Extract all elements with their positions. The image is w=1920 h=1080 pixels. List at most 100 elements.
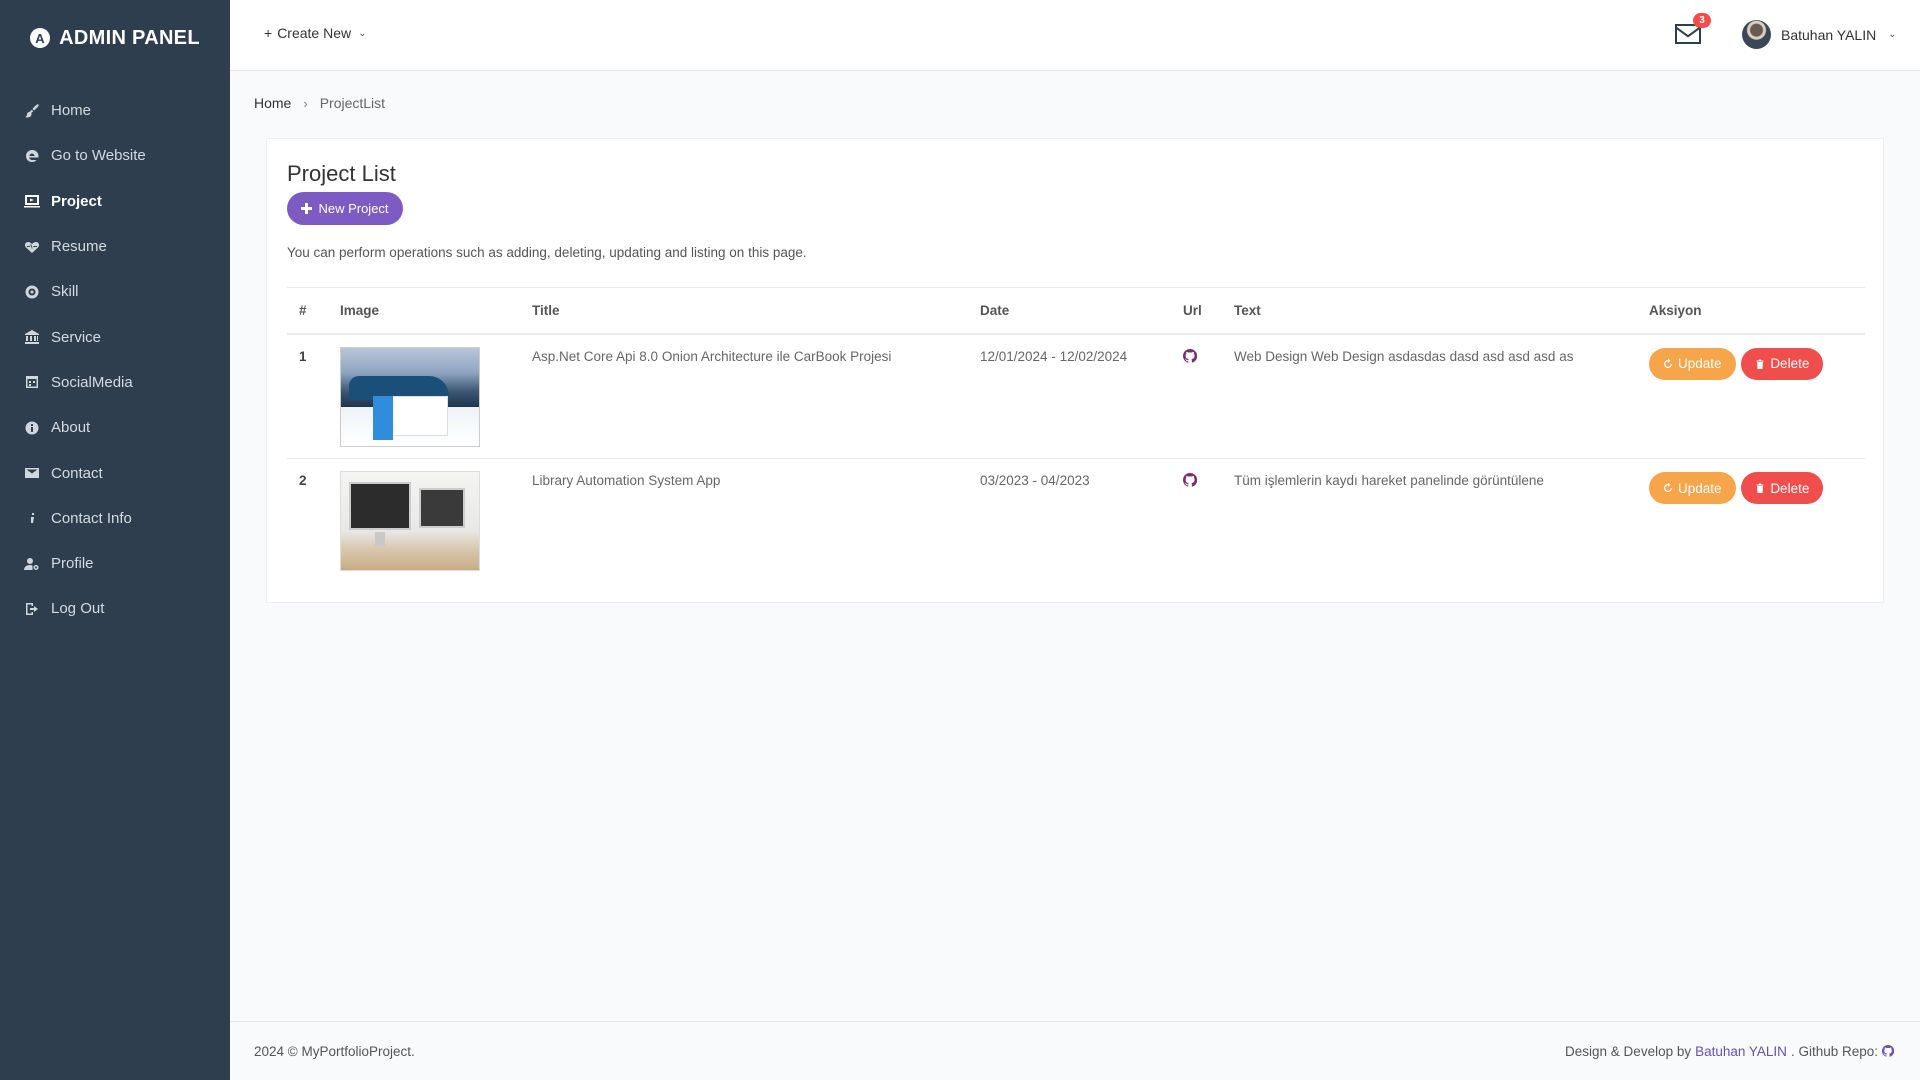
row-image-cell bbox=[328, 459, 520, 584]
bank-icon bbox=[24, 329, 40, 345]
sidebar-item-log-out[interactable]: Log Out bbox=[0, 586, 230, 631]
plus-icon: + bbox=[264, 25, 273, 41]
chevron-down-icon: ⌄ bbox=[1888, 29, 1897, 40]
update-button[interactable]: Update bbox=[1649, 347, 1736, 380]
table-header-row: # Image Title Date Url Text Aksiyon bbox=[287, 287, 1865, 335]
sidebar-item-label: Service bbox=[51, 328, 102, 346]
user-name: Batuhan YALIN bbox=[1781, 26, 1877, 43]
sidebar-item-skill[interactable]: Skill bbox=[0, 269, 230, 314]
column-header-url: Url bbox=[1171, 287, 1222, 335]
row-date: 12/01/2024 - 12/02/2024 bbox=[968, 333, 1171, 459]
breadcrumb-current: ProjectList bbox=[319, 95, 386, 111]
plus-icon bbox=[301, 203, 313, 214]
page-description: You can perform operations such as addin… bbox=[287, 245, 807, 260]
project-table: # Image Title Date Url Text Aksiyon 1 As… bbox=[287, 287, 1865, 584]
thumbnail-panel bbox=[373, 395, 393, 440]
thumbnail-monitor bbox=[419, 488, 465, 528]
refresh-icon bbox=[1664, 358, 1672, 368]
create-new-label: Create New bbox=[277, 25, 352, 41]
chevron-right-icon: › bbox=[303, 95, 308, 111]
footer-repo-label: . Github Repo: bbox=[1790, 1044, 1878, 1059]
trash-icon bbox=[1756, 359, 1764, 369]
avatar bbox=[1742, 20, 1771, 49]
sidebar-item-socialmedia[interactable]: SocialMedia bbox=[0, 360, 230, 405]
github-icon[interactable] bbox=[1182, 348, 1198, 363]
breadcrumb: Home › ProjectList bbox=[254, 95, 385, 111]
github-icon[interactable] bbox=[1881, 1044, 1896, 1059]
sidebar-item-label: Log Out bbox=[51, 600, 105, 618]
table-row: 2 Library Automation System App 03/2023 … bbox=[287, 459, 1865, 584]
sidebar-item-label: Profile bbox=[51, 555, 94, 573]
update-label: Update bbox=[1678, 356, 1722, 371]
update-button[interactable]: Update bbox=[1649, 472, 1736, 504]
sidebar-item-label: About bbox=[51, 419, 91, 437]
project-thumbnail bbox=[340, 471, 480, 571]
create-new-dropdown[interactable]: + Create New ⌄ bbox=[264, 25, 367, 41]
project-list-card: Project List New Project You can perform… bbox=[266, 138, 1884, 603]
brand-logo-icon: A bbox=[30, 28, 51, 48]
mail-button[interactable]: 3 bbox=[1675, 13, 1711, 44]
breadcrumb-home[interactable]: Home bbox=[254, 95, 291, 111]
delete-button[interactable]: Delete bbox=[1741, 347, 1824, 380]
refresh-icon bbox=[1664, 483, 1672, 492]
footer: 2024 © MyPortfolioProject. Design & Deve… bbox=[230, 1021, 1920, 1080]
sidebar-item-project[interactable]: Project bbox=[0, 179, 230, 224]
column-header-date: Date bbox=[968, 287, 1171, 335]
sidebar-item-label: Go to Website bbox=[51, 147, 146, 165]
envelope-icon bbox=[24, 465, 40, 481]
user-cog-icon bbox=[24, 556, 40, 572]
user-menu[interactable]: Batuhan YALIN ⌄ bbox=[1742, 20, 1897, 49]
github-icon[interactable] bbox=[1182, 472, 1198, 487]
topbar: + Create New ⌄ 3 Batuhan YALIN ⌄ bbox=[230, 0, 1920, 71]
logout-icon bbox=[24, 601, 40, 617]
row-number: 2 bbox=[299, 473, 307, 488]
row-actions: Update Delete bbox=[1637, 333, 1865, 459]
sidebar-item-about[interactable]: About bbox=[0, 405, 230, 450]
row-title: Asp.Net Core Api 8.0 Onion Architecture … bbox=[520, 333, 968, 459]
table-row: 1 Asp.Net Core Api 8.0 Onion Architectur… bbox=[287, 333, 1865, 459]
brand-title: ADMIN PANEL bbox=[59, 26, 200, 49]
sidebar-item-label: Home bbox=[51, 102, 92, 120]
new-project-button[interactable]: New Project bbox=[287, 192, 403, 225]
brush-icon bbox=[24, 103, 40, 119]
sidebar: A ADMIN PANEL Home Go to Website Project… bbox=[0, 0, 230, 1080]
project-thumbnail bbox=[340, 346, 480, 447]
sidebar-item-profile[interactable]: Profile bbox=[0, 541, 230, 586]
brand[interactable]: A ADMIN PANEL bbox=[0, 0, 230, 76]
sidebar-item-contact-info[interactable]: Contact Info bbox=[0, 496, 230, 541]
row-date: 03/2023 - 04/2023 bbox=[980, 473, 1090, 488]
sidebar-item-label: Contact bbox=[51, 464, 103, 482]
row-text: Web Design Web Design asdasdas dasd asd … bbox=[1222, 333, 1637, 459]
sidebar-item-service[interactable]: Service bbox=[0, 314, 230, 359]
footer-design-label: Design & Develop by bbox=[1565, 1044, 1692, 1059]
delete-button[interactable]: Delete bbox=[1741, 472, 1824, 504]
column-header-title: Title bbox=[520, 287, 968, 335]
target-icon bbox=[24, 284, 40, 300]
row-actions: Update Delete bbox=[1637, 459, 1865, 584]
edge-icon bbox=[24, 148, 40, 164]
column-header-text: Text bbox=[1222, 287, 1637, 335]
info-circle-icon bbox=[24, 420, 40, 436]
page-title: Project List bbox=[287, 161, 396, 186]
row-number: 1 bbox=[287, 333, 328, 459]
footer-author-link[interactable]: Batuhan YALIN bbox=[1695, 1044, 1787, 1059]
column-header-image: Image bbox=[328, 287, 520, 335]
sidebar-item-label: Contact Info bbox=[51, 509, 132, 527]
footer-credits: Design & Develop by Batuhan YALIN . Gith… bbox=[1565, 1044, 1896, 1059]
sidebar-item-label: Project bbox=[51, 192, 102, 210]
column-header-number: # bbox=[287, 287, 328, 335]
thumbnail-stand bbox=[375, 532, 385, 546]
trash-icon bbox=[1756, 483, 1764, 493]
sidebar-item-contact[interactable]: Contact bbox=[0, 450, 230, 495]
sidebar-item-resume[interactable]: Resume bbox=[0, 224, 230, 269]
sidebar-nav: Home Go to Website Project Resume Skill … bbox=[0, 88, 230, 632]
delete-label: Delete bbox=[1770, 480, 1810, 496]
column-header-aksiyon: Aksiyon bbox=[1637, 287, 1865, 335]
row-url-cell bbox=[1171, 333, 1222, 459]
sidebar-item-go-to-website[interactable]: Go to Website bbox=[0, 133, 230, 178]
row-url-cell bbox=[1171, 459, 1222, 584]
row-title: Library Automation System App bbox=[532, 473, 721, 488]
laptop-icon bbox=[24, 193, 40, 209]
sidebar-item-home[interactable]: Home bbox=[0, 88, 230, 133]
sidebar-item-label: Skill bbox=[51, 283, 79, 301]
